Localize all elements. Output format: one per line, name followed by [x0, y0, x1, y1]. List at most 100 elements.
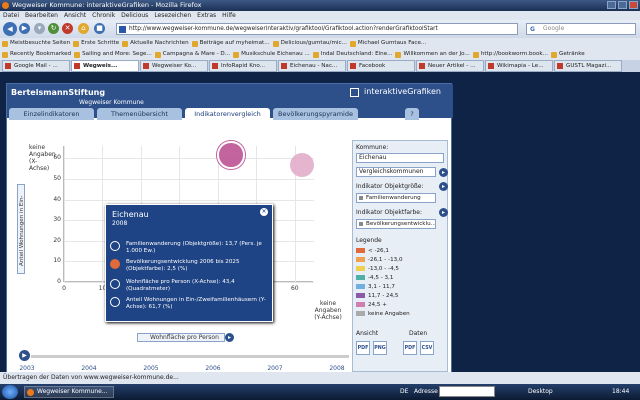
bookmark-item[interactable]: Erste Schritte	[73, 38, 119, 49]
taskbar-firefox[interactable]: Wegweiser Kommune...	[24, 386, 114, 398]
menu-item[interactable]: Chronik	[92, 11, 115, 20]
legend-item: 3,1 - 11,7	[356, 283, 395, 291]
y-tick-label: 0	[57, 278, 61, 285]
bookmark-icon	[122, 40, 129, 47]
maximize-button[interactable]	[618, 1, 627, 9]
bookmark-item[interactable]: Meistbesuchte Seiten	[2, 38, 70, 49]
app-tab[interactable]: Einzelindikatoren	[9, 108, 94, 120]
start-button[interactable]	[2, 385, 18, 399]
play-icon[interactable]: ▶	[19, 350, 30, 361]
timeline-track[interactable]	[31, 355, 349, 358]
app-tab[interactable]: Themenübersicht	[97, 108, 182, 120]
menu-item[interactable]: Extras	[197, 11, 216, 20]
address-label: Adresse	[414, 388, 438, 395]
bookmark-item[interactable]: Michael Gumtaus Face...	[349, 38, 426, 49]
back-icon[interactable]: ◀	[3, 22, 17, 36]
vergleich-go-icon[interactable]: ▸	[439, 168, 448, 177]
color-select[interactable]: Bevölkerungsentwicklu...	[356, 219, 436, 229]
forward-icon[interactable]: ▶	[19, 23, 30, 34]
home-icon[interactable]: ⌂	[78, 23, 89, 34]
tab-label: InfoRapid Kno...	[221, 63, 266, 69]
search-input[interactable]: G Google	[526, 23, 636, 35]
color-select-icon	[359, 222, 363, 226]
x-axis-selector[interactable]: Wohnfläche pro Person ▸	[137, 333, 234, 342]
arrow-right-icon	[110, 279, 120, 289]
legend-swatch	[356, 311, 365, 316]
bookmark-item[interactable]: Aktuelle Nachrichten	[122, 38, 189, 49]
export-icon[interactable]: CSV	[420, 341, 434, 355]
year-label[interactable]: 2003	[17, 365, 37, 372]
year-label[interactable]: 2006	[203, 365, 223, 372]
bookmark-item[interactable]: Beiträge auf myheimat...	[191, 38, 270, 49]
y-axis-selector[interactable]: Anteil Wohnungen in Ein-	[17, 184, 25, 274]
bookmark-item[interactable]: Musikschule Eichenau ...	[233, 49, 310, 60]
bookmark-icon	[154, 51, 161, 58]
window-title: Wegweiser Kommune: interaktiveGrafiken -…	[12, 1, 202, 9]
color-go-icon[interactable]: ▸	[439, 208, 448, 217]
bookmark-item[interactable]: Campagna & Mare - D...	[154, 49, 230, 60]
app-tab[interactable]: Indikatorenvergleich	[185, 108, 270, 120]
menu-item[interactable]: Hilfe	[222, 11, 236, 20]
menu-item[interactable]: Ansicht	[64, 11, 86, 20]
x-axis-dropdown-icon[interactable]: ▸	[225, 333, 234, 342]
menu-item[interactable]: Lesezeichen	[154, 11, 191, 20]
vergleich-field[interactable]: Vergleichskommunen	[356, 167, 436, 177]
legend-swatch	[356, 266, 365, 271]
browser-tab[interactable]: InfoRapid Kno...	[209, 60, 277, 72]
dropdown-icon[interactable]: ▾	[34, 23, 45, 34]
export-icon[interactable]: PNG	[373, 341, 387, 355]
bookmark-item[interactable]: Sailing and More: Sege...	[74, 49, 152, 60]
data-bubble[interactable]	[290, 152, 315, 177]
reload-icon[interactable]: ↻	[48, 23, 59, 34]
app-tab[interactable]: Bevölkerungspyramide	[273, 108, 358, 120]
legend-label: -4,5 - 3,1	[368, 275, 394, 281]
minimize-button[interactable]	[607, 1, 616, 9]
year-label[interactable]: 2005	[141, 365, 161, 372]
browser-tab[interactable]: Wegweis...	[71, 60, 139, 72]
y-tick-label: 10	[53, 257, 61, 265]
tab-favicon	[488, 63, 494, 69]
menu-item[interactable]: Delicious	[121, 11, 148, 20]
close-window-button[interactable]	[629, 1, 638, 9]
kommune-input[interactable]: Eichenau	[356, 153, 444, 163]
menu-item[interactable]: Datei	[3, 11, 19, 20]
info-popup: Eichenau 2008 ✕ Familienwanderung (Objek…	[105, 204, 273, 322]
browser-tab[interactable]: Eichenau - Nac...	[278, 60, 346, 72]
color-label: Indikator Objektfarbe:	[356, 209, 422, 216]
url-field[interactable]: http://www.wegweiser-kommune.de/wegweise…	[116, 23, 518, 35]
browser-tab[interactable]: Wegweiser Ko...	[140, 60, 208, 72]
popup-row-text: Wohnfläche pro Person (X-Achse): 43,4 (Q…	[126, 279, 235, 292]
bookmark-item[interactable]: Recently Bookmarked	[2, 49, 71, 60]
menu-item[interactable]: Bearbeiten	[25, 11, 58, 20]
size-go-icon[interactable]: ▸	[439, 182, 448, 191]
taskbar-address-field[interactable]	[439, 386, 495, 397]
browser-tab[interactable]: Neuer Artikel - ...	[416, 60, 484, 72]
bookmark-item[interactable]: Delicious/gumtau/mic...	[272, 38, 347, 49]
legend-swatch	[356, 275, 365, 280]
close-icon[interactable]: ✕	[260, 208, 268, 216]
export-icon[interactable]: PDF	[356, 341, 370, 355]
data-bubble[interactable]	[217, 141, 245, 169]
browser-tab[interactable]: Facebook	[347, 60, 415, 72]
export-icon[interactable]: PDF	[403, 341, 417, 355]
bookmark-label: Indal Deutschland: Eine...	[320, 51, 393, 57]
legend-item: keine Angaben	[356, 310, 410, 318]
help-button[interactable]: ?	[405, 108, 419, 120]
browser-tab[interactable]: GUSTL Magazi...	[554, 60, 622, 72]
size-label: Indikator Objektgröße:	[356, 183, 424, 190]
browser-tab[interactable]: Wikimapia - Le...	[485, 60, 553, 72]
bookmark-item[interactable]: Getränke	[550, 49, 585, 60]
stop-icon[interactable]: ✕	[62, 23, 73, 34]
bookmark-label: Aktuelle Nachrichten	[130, 40, 189, 46]
size-select[interactable]: Familienwanderung	[356, 193, 436, 203]
year-label[interactable]: 2007	[265, 365, 285, 372]
bookmark-item[interactable]: Willkommen an der Jo...	[395, 49, 470, 60]
year-label[interactable]: 2004	[79, 365, 99, 372]
browser-tab-bar: Google Mail - ... Wegweis... Wegweiser Ko.…	[0, 60, 640, 72]
daten-label: Daten	[409, 330, 428, 337]
bookmark-item[interactable]: Indal Deutschland: Eine...	[312, 49, 393, 60]
year-label[interactable]: 2008	[327, 365, 347, 372]
bookmark-item[interactable]: http://bookworm.book...	[472, 49, 548, 60]
delicious-icon[interactable]: ■	[94, 23, 105, 34]
browser-tab[interactable]: Google Mail - ...	[2, 60, 70, 72]
